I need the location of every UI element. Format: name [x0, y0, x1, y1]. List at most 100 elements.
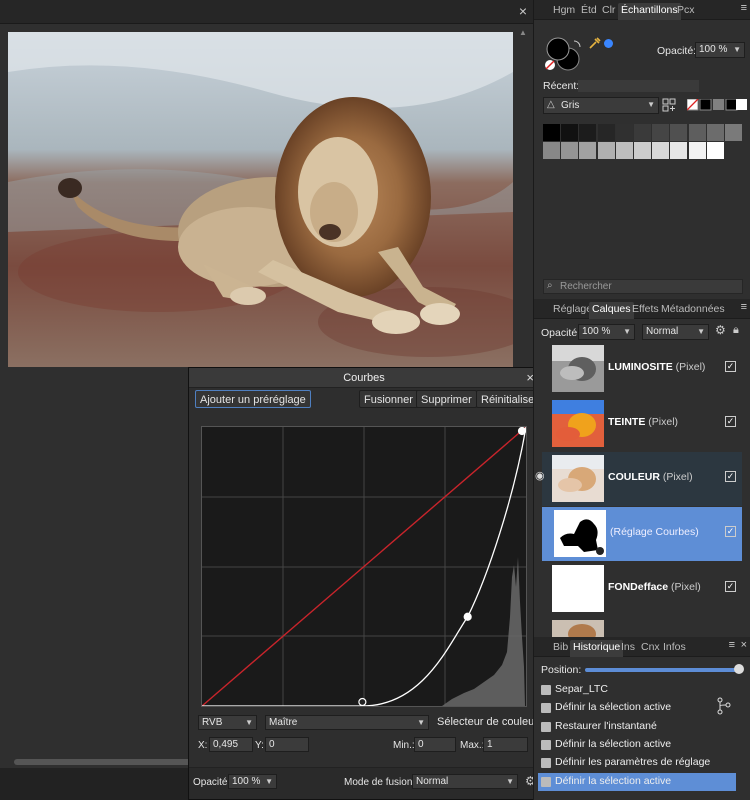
tab-styles[interactable]: Étd: [578, 3, 600, 20]
swatch-cell[interactable]: [634, 124, 651, 141]
tab-snapshots[interactable]: Ins: [618, 640, 638, 657]
gear-icon[interactable]: ⚙: [715, 323, 726, 337]
close-document-icon[interactable]: ×: [519, 3, 527, 19]
color-picker-button[interactable]: Sélecteur de couleur: [437, 716, 538, 728]
current-color-dot[interactable]: [604, 39, 613, 48]
merge-button[interactable]: Fusionner: [359, 390, 418, 408]
delete-button[interactable]: Supprimer: [416, 390, 477, 408]
branch-icon[interactable]: [717, 697, 731, 718]
swatch-cell[interactable]: [652, 142, 670, 159]
swatch-cell[interactable]: [597, 142, 615, 159]
curves-footer: Opacité: 100 % ▼ Mode de fusion: Normal …: [189, 767, 539, 799]
history-tab-bar: Bib Historique Ins Cnx Infos ≡ ×: [534, 637, 750, 657]
swatch-cell[interactable]: [706, 142, 724, 159]
panel-menu-icon[interactable]: ≡: [729, 639, 735, 651]
swatch-cell[interactable]: [597, 124, 615, 141]
opacity-dropdown[interactable]: 100 % ▼: [695, 42, 745, 58]
curve-control-point[interactable]: [517, 426, 527, 436]
history-item[interactable]: Restaurer l'instantané: [538, 718, 736, 736]
layer-row-selected[interactable]: (Réglage Courbes) ✓: [542, 507, 742, 561]
curves-titlebar[interactable]: Courbes ×: [189, 368, 539, 388]
layer-row-partial[interactable]: [542, 617, 742, 637]
x-value-field[interactable]: 0,495: [209, 737, 253, 752]
layer-row[interactable]: TEINTE (Pixel) ✓: [542, 397, 742, 451]
swatch-cell[interactable]: [561, 142, 579, 159]
tab-library[interactable]: Bib: [550, 640, 571, 657]
swatch-cell[interactable]: [706, 124, 724, 141]
channel-mode-dropdown[interactable]: RVB ▼: [198, 715, 257, 730]
swatch-cell[interactable]: [579, 142, 597, 159]
recent-colors-well[interactable]: [578, 80, 699, 92]
palette-dropdown[interactable]: △ Gris ▼: [543, 97, 659, 114]
swatch-cell[interactable]: [670, 124, 688, 141]
history-item[interactable]: Définir la sélection active: [538, 772, 736, 791]
channel-dropdown[interactable]: Maître ▼: [265, 715, 429, 730]
panel-menu-icon[interactable]: ≡: [741, 2, 747, 14]
history-step-icon: [541, 776, 551, 787]
layer-visibility-checkbox[interactable]: ✓: [725, 581, 736, 592]
fill-stroke-colors-icon[interactable]: [544, 37, 584, 71]
chevron-down-icon: ▼: [733, 45, 741, 54]
curve-graph-svg[interactable]: [201, 426, 527, 707]
color-picker-icon[interactable]: [589, 37, 601, 52]
history-position-knob[interactable]: [734, 664, 744, 674]
swatch-cell[interactable]: [543, 142, 560, 159]
layer-row[interactable]: ◉ COULEUR (Pixel) ✓: [535, 452, 742, 506]
close-icon[interactable]: ×: [741, 639, 747, 651]
tab-histogram[interactable]: Hgm: [550, 3, 578, 20]
swatch-cell[interactable]: [634, 142, 651, 159]
history-item[interactable]: Définir la sélection active: [538, 699, 736, 717]
right-studio-panel: Hgm Étd Clr Échantillons Pcx ≡ Opacité: …: [533, 0, 750, 800]
history-item[interactable]: Définir les paramètres de réglage: [538, 754, 736, 772]
tab-color[interactable]: Clr: [599, 3, 618, 20]
tab-brushes[interactable]: Pcx: [674, 3, 698, 20]
layer-blend-dropdown[interactable]: Normal ▼: [642, 324, 709, 340]
swatch-cell[interactable]: [688, 124, 706, 141]
layer-expand-icon[interactable]: ◉: [535, 469, 545, 482]
curve-control-point[interactable]: [463, 612, 472, 621]
quick-swatches-svg[interactable]: [686, 98, 747, 111]
swatch-cell[interactable]: [688, 142, 706, 159]
chevron-down-icon: ▼: [623, 327, 631, 336]
tab-swatches[interactable]: Échantillons: [618, 3, 681, 20]
layer-row[interactable]: FONDefface (Pixel) ✓: [542, 562, 742, 616]
tab-history[interactable]: Historique: [570, 640, 624, 657]
palette-add-icon[interactable]: [662, 98, 676, 115]
layer-visibility-checkbox[interactable]: ✓: [725, 471, 736, 482]
curves-dialog: Courbes × Ajouter un préréglage Fusionne…: [188, 367, 543, 800]
layer-opacity-dropdown[interactable]: 100 % ▼: [578, 324, 635, 340]
max-value-field[interactable]: 1: [483, 737, 528, 752]
swatch-cell[interactable]: [615, 142, 633, 159]
tab-channels[interactable]: Cnx: [638, 640, 663, 657]
y-value-field[interactable]: 0: [265, 737, 309, 752]
layer-visibility-checkbox[interactable]: ✓: [725, 526, 736, 537]
opacity-dropdown[interactable]: 100 % ▼: [228, 774, 277, 789]
quick-swatches[interactable]: [686, 98, 747, 111]
swatches-search-input[interactable]: ⌕ Rechercher: [543, 279, 743, 294]
position-label: Position:: [541, 664, 582, 676]
curve-control-point[interactable]: [358, 697, 367, 707]
min-value-field[interactable]: 0: [414, 737, 456, 752]
layer-visibility-checkbox[interactable]: ✓: [725, 361, 736, 372]
swatch-cell[interactable]: [615, 124, 633, 141]
swatch-cell[interactable]: [561, 124, 579, 141]
lock-icon[interactable]: 🔒︎: [733, 324, 739, 337]
swatch-cell[interactable]: [652, 124, 670, 141]
scroll-up-icon[interactable]: ▲: [519, 28, 527, 37]
lion-photo[interactable]: [8, 32, 513, 367]
swatch-cell[interactable]: [725, 124, 742, 141]
layer-visibility-checkbox[interactable]: ✓: [725, 416, 736, 427]
swatch-cell[interactable]: [670, 142, 688, 159]
add-preset-button[interactable]: Ajouter un préréglage: [195, 390, 311, 408]
history-item[interactable]: Separ_LTC: [538, 681, 736, 699]
history-position-slider[interactable]: [585, 668, 740, 672]
swatch-grid[interactable]: [543, 124, 743, 160]
curve-graph[interactable]: [201, 426, 527, 707]
blend-mode-dropdown[interactable]: Normal ▼: [412, 774, 518, 789]
layer-row[interactable]: LUMINOSITE (Pixel) ✓: [542, 342, 742, 396]
swatch-cell[interactable]: [579, 124, 597, 141]
tab-info[interactable]: Infos: [660, 640, 689, 657]
chevron-down-icon: ▼: [265, 777, 273, 786]
swatch-cell[interactable]: [543, 124, 560, 141]
history-item[interactable]: Définir la sélection active: [538, 736, 736, 754]
